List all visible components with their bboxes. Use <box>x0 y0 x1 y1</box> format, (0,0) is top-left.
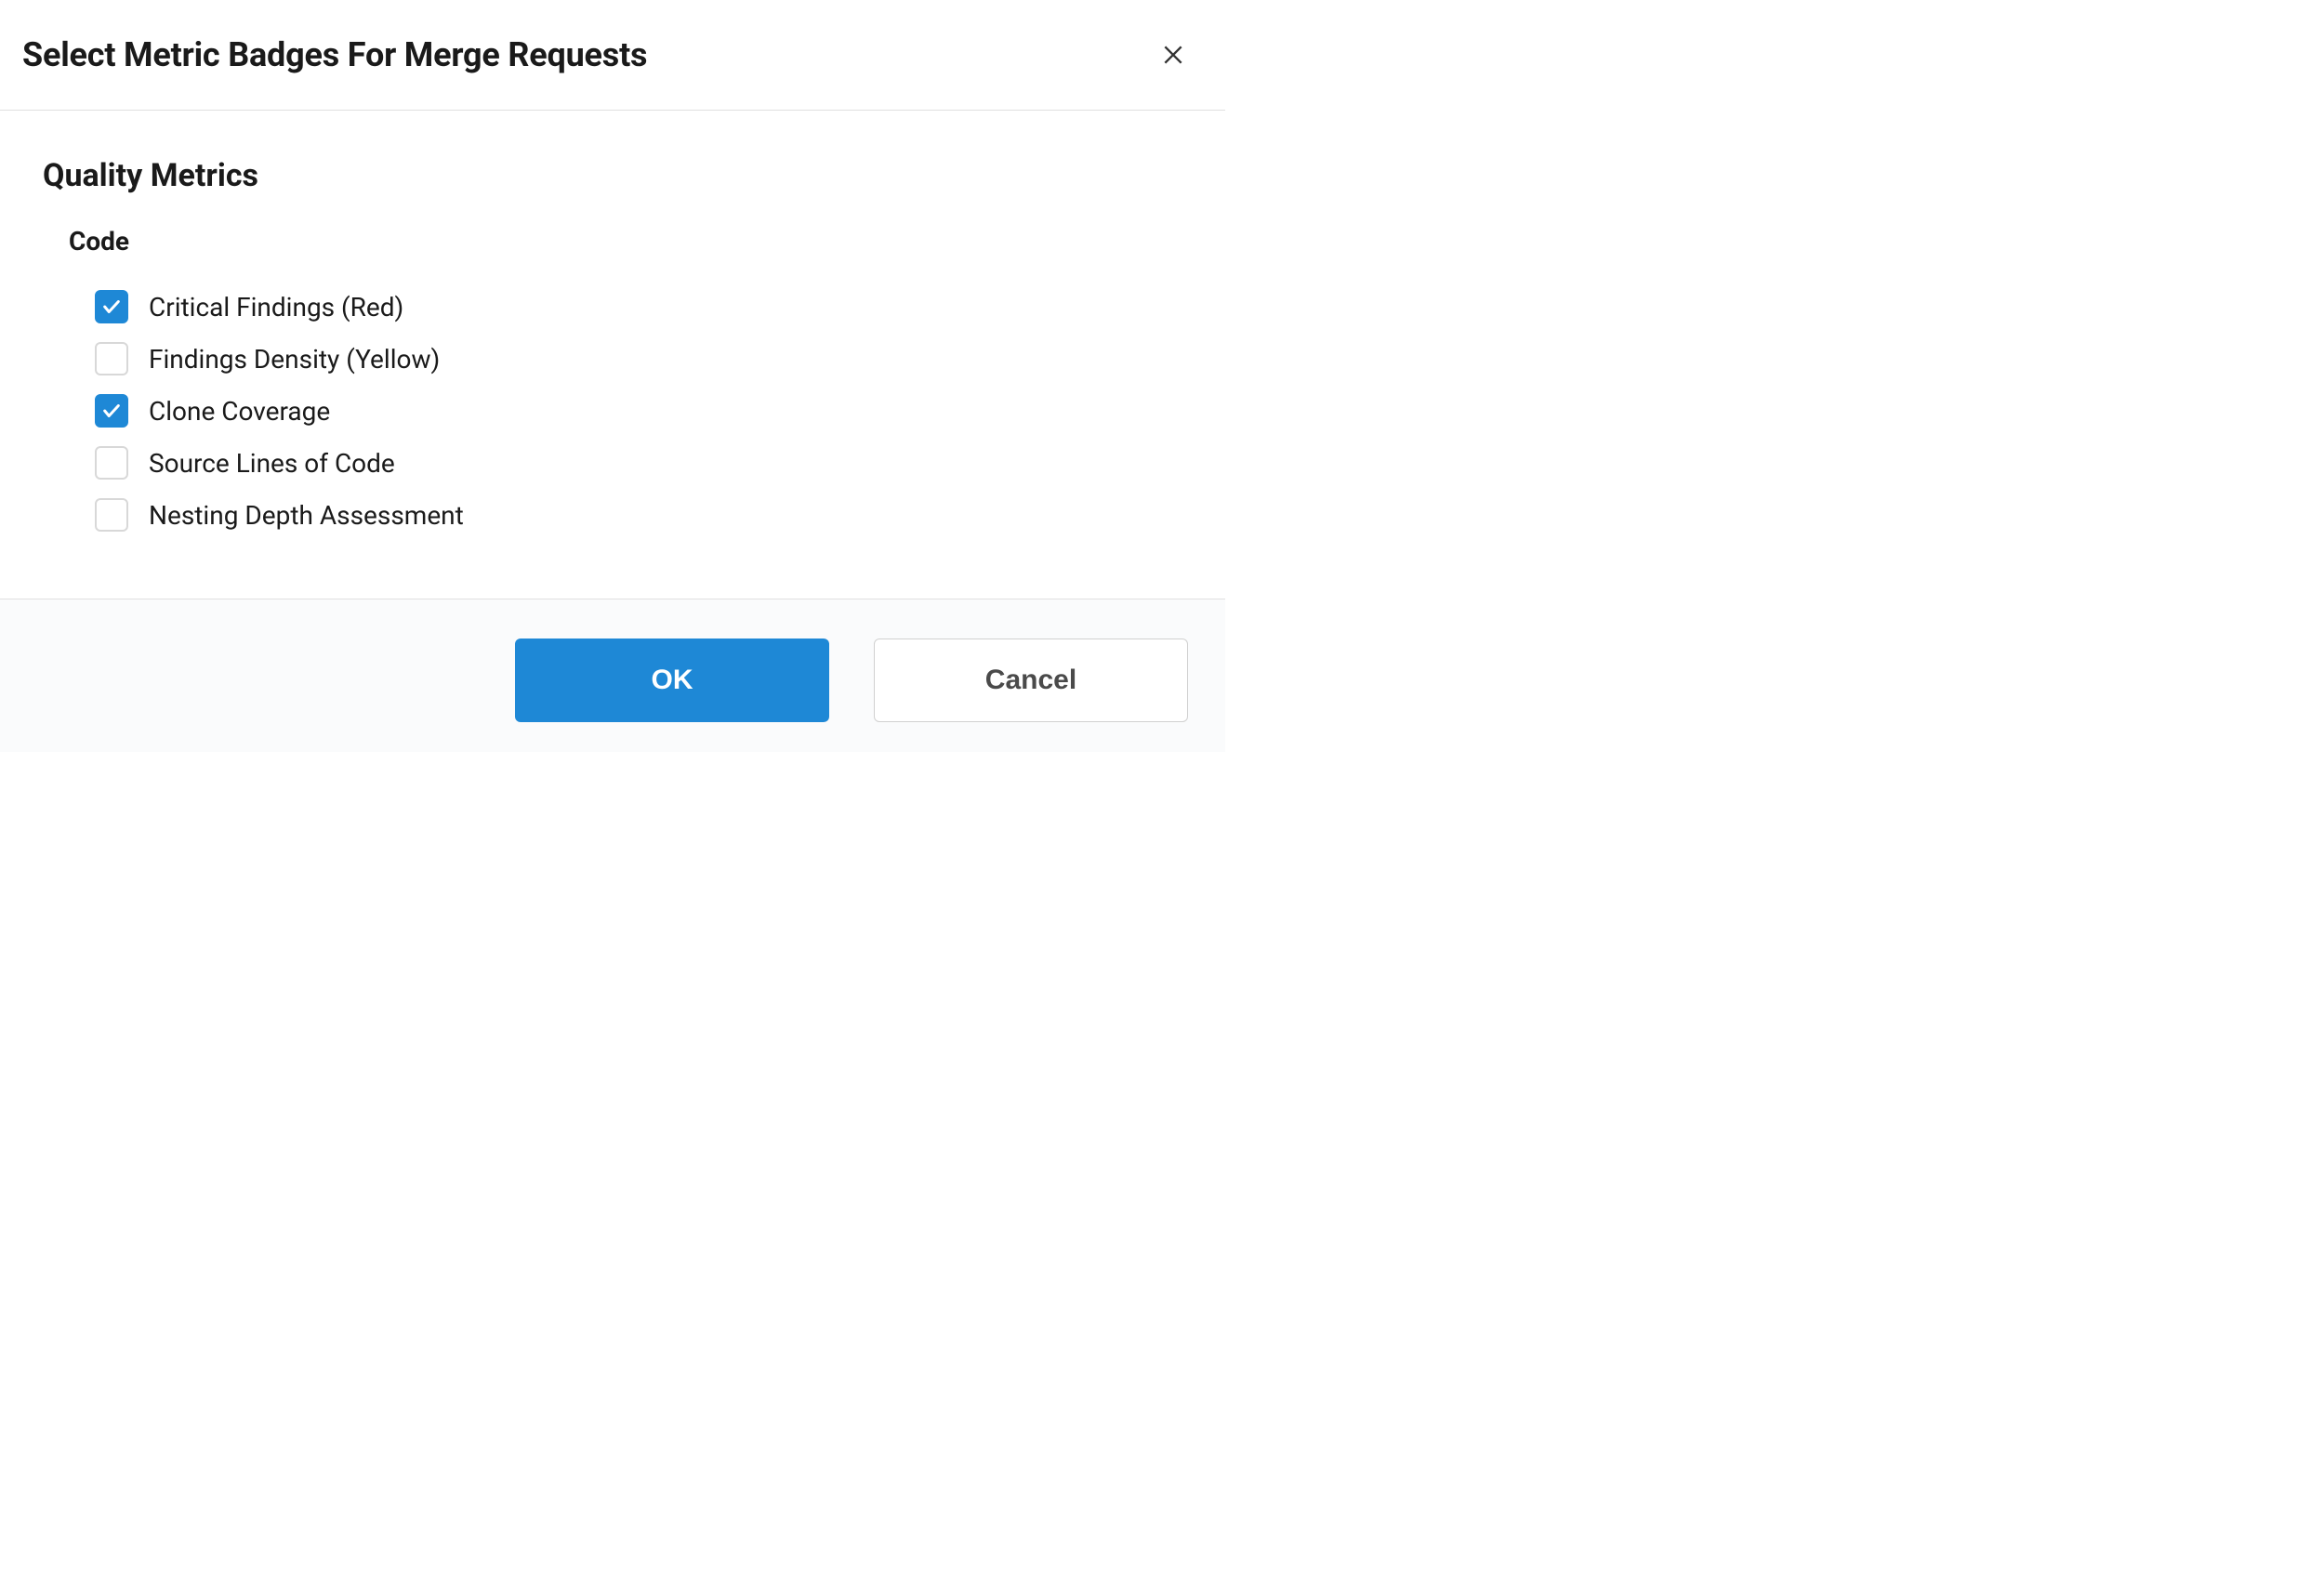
checkbox-findings-density[interactable] <box>95 342 128 375</box>
checkbox-row-clone-coverage: Clone Coverage <box>95 394 1182 428</box>
checkbox-list-code: Critical Findings (Red) Findings Density… <box>95 290 1182 532</box>
checkbox-critical-findings[interactable] <box>95 290 128 323</box>
checkbox-row-nesting-depth-assessment: Nesting Depth Assessment <box>95 498 1182 532</box>
checkbox-label: Nesting Depth Assessment <box>149 500 464 531</box>
checkbox-source-lines-of-code[interactable] <box>95 446 128 480</box>
select-metric-badges-dialog: Select Metric Badges For Merge Requests … <box>0 0 1225 752</box>
dialog-footer: OK Cancel <box>0 599 1225 752</box>
section-title-quality-metrics: Quality Metrics <box>43 157 1182 194</box>
dialog-body: Quality Metrics Code Critical Findings (… <box>0 111 1225 599</box>
dialog-title: Select Metric Badges For Merge Requests <box>22 35 647 74</box>
checkbox-row-critical-findings: Critical Findings (Red) <box>95 290 1182 323</box>
checkbox-clone-coverage[interactable] <box>95 394 128 428</box>
close-icon[interactable] <box>1158 40 1188 70</box>
checkbox-row-findings-density: Findings Density (Yellow) <box>95 342 1182 375</box>
checkbox-label: Critical Findings (Red) <box>149 292 403 323</box>
checkbox-label: Findings Density (Yellow) <box>149 344 440 375</box>
checkbox-row-source-lines-of-code: Source Lines of Code <box>95 446 1182 480</box>
checkbox-label: Clone Coverage <box>149 396 330 427</box>
cancel-button[interactable]: Cancel <box>874 639 1188 722</box>
dialog-header: Select Metric Badges For Merge Requests <box>0 0 1225 111</box>
subsection-title-code: Code <box>69 226 1182 257</box>
checkbox-nesting-depth-assessment[interactable] <box>95 498 128 532</box>
ok-button[interactable]: OK <box>515 639 829 722</box>
checkbox-label: Source Lines of Code <box>149 448 395 479</box>
